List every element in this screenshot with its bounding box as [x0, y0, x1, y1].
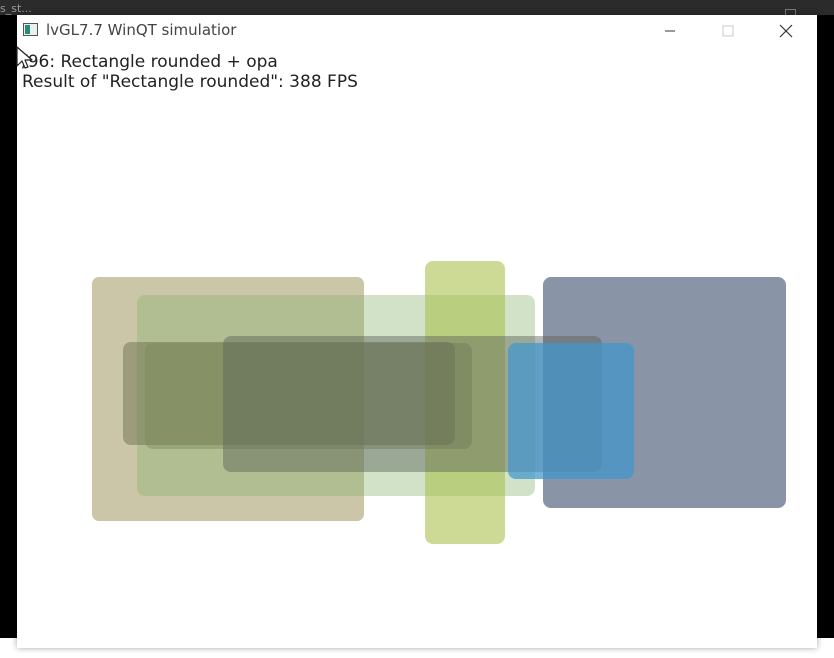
window-title: lvGL7.7 WinQT simulatior — [46, 21, 237, 39]
benchmark-result-label: Result of "Rectangle rounded": 388 FPS — [22, 72, 358, 92]
rounded-rect-blue — [508, 343, 634, 479]
app-icon — [23, 23, 38, 36]
close-icon — [779, 24, 793, 37]
minimize-icon — [665, 30, 675, 31]
background-left — [0, 15, 17, 638]
benchmark-scene-label: /96: Rectangle rounded + opa — [22, 52, 278, 72]
lvgl-canvas[interactable]: /96: Rectangle rounded + opa Result of "… — [17, 46, 817, 648]
close-button[interactable] — [757, 15, 815, 46]
background-right — [817, 15, 834, 638]
mouse-cursor-icon — [16, 46, 33, 69]
maximize-icon — [722, 25, 734, 36]
minimize-button[interactable] — [641, 15, 699, 46]
title-bar[interactable]: lvGL7.7 WinQT simulatior — [17, 15, 817, 46]
background-taskbar: s_st... — [0, 0, 834, 18]
background-text: s_st... — [0, 2, 32, 15]
simulator-window: lvGL7.7 WinQT simulatior /96: Rectangle … — [17, 15, 817, 648]
maximize-button[interactable] — [699, 15, 757, 46]
